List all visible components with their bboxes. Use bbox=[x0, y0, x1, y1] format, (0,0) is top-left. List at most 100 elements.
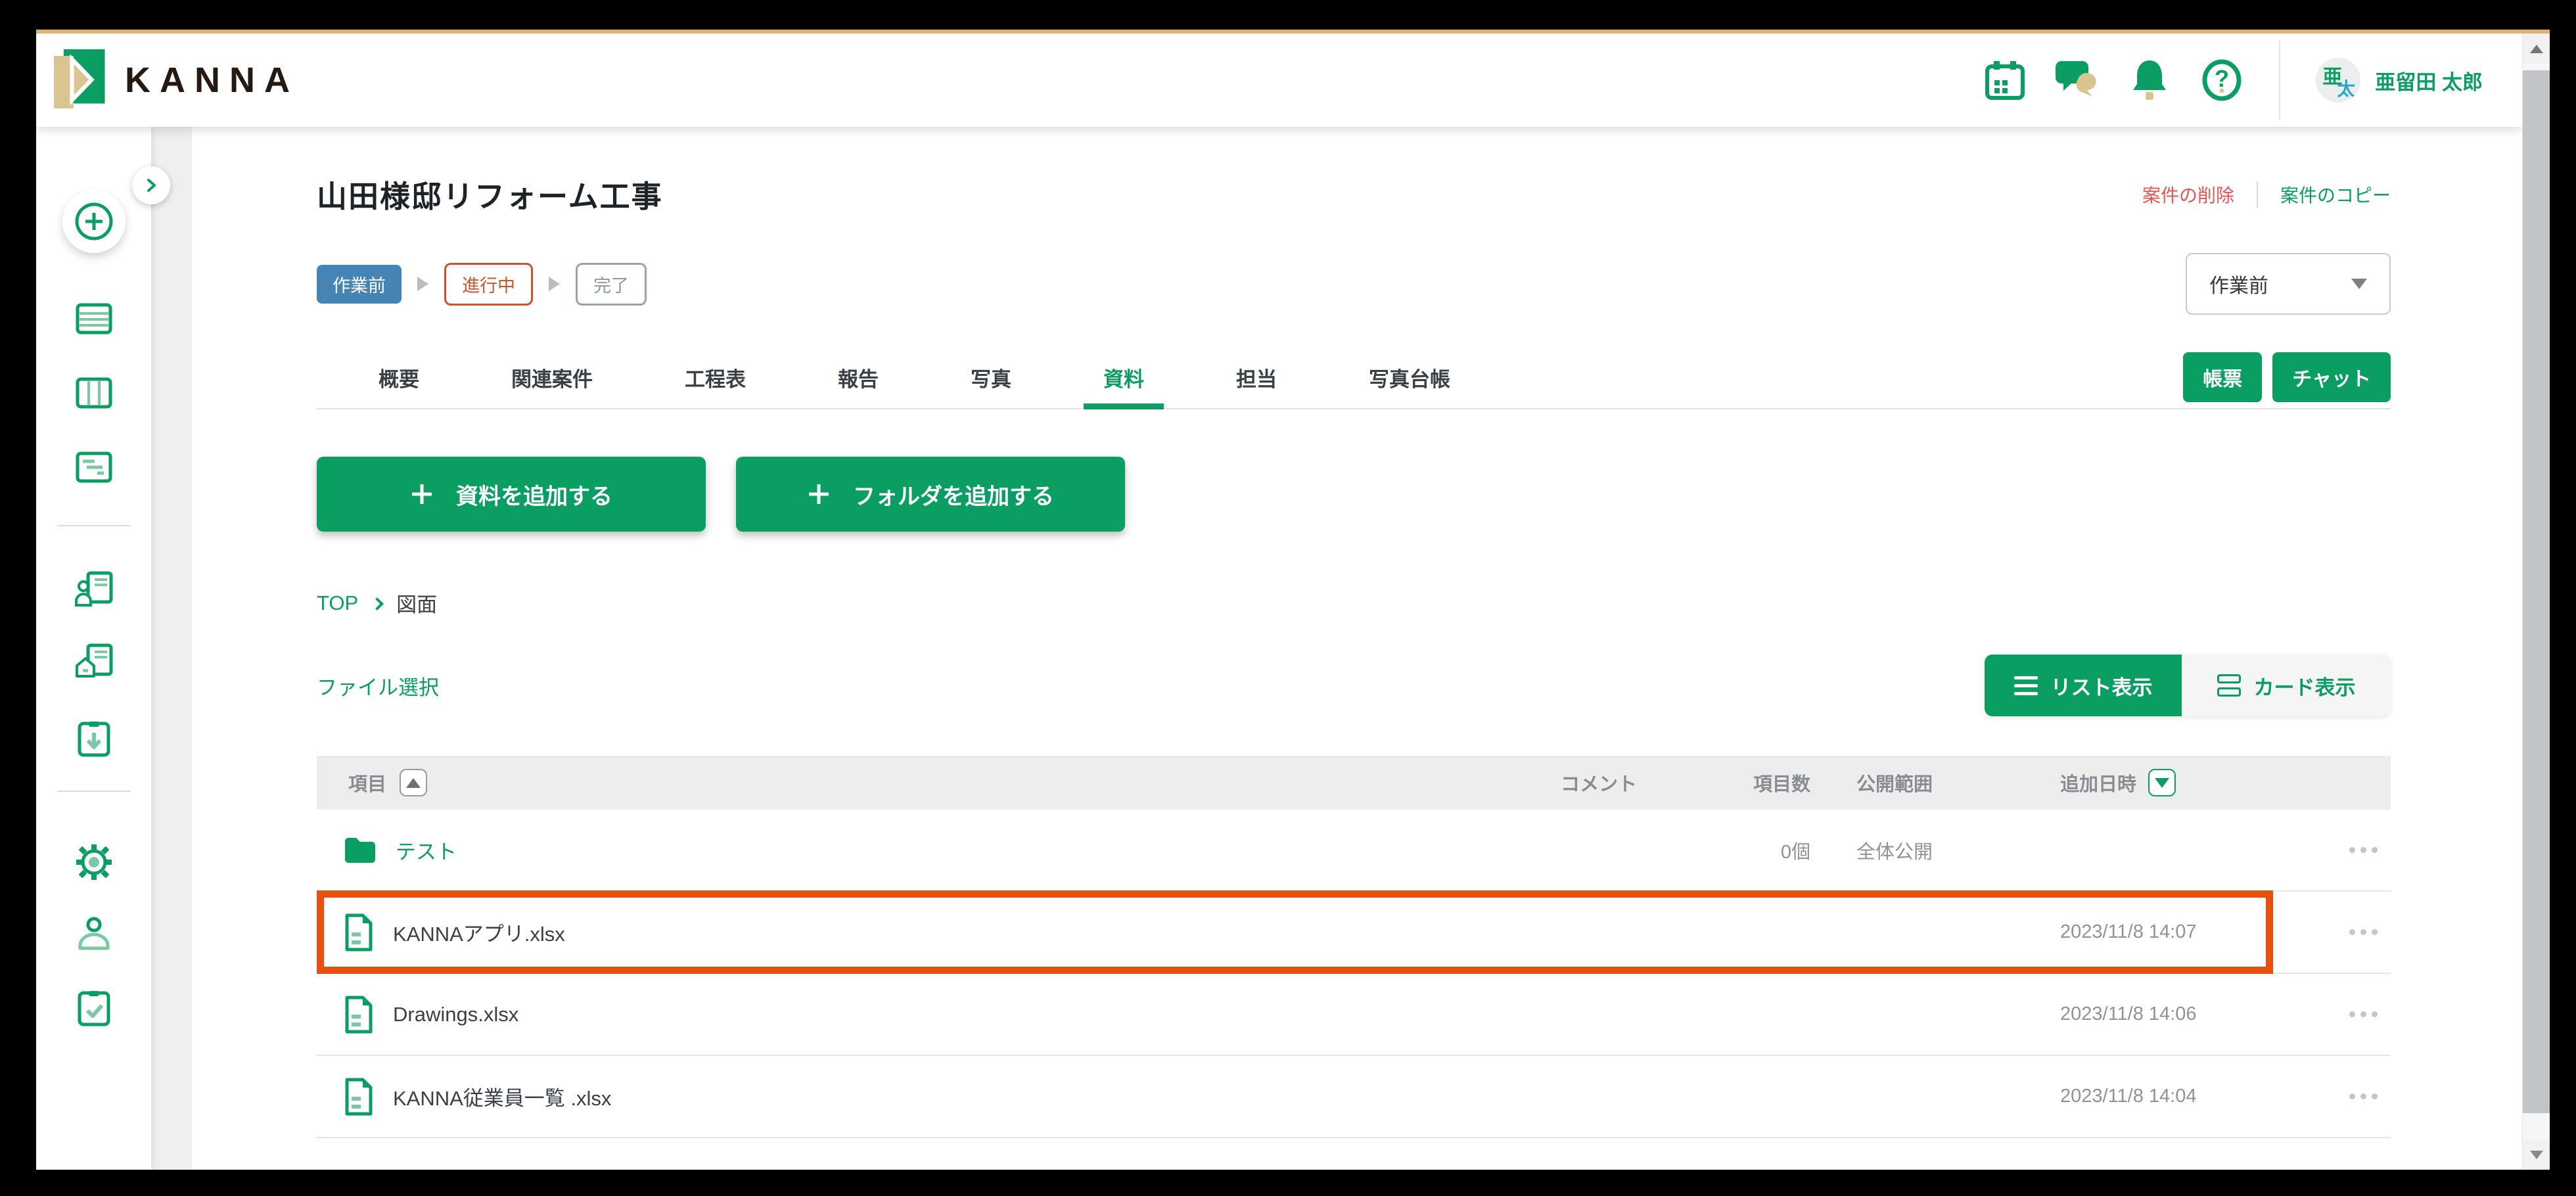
file-icon bbox=[343, 1077, 375, 1116]
row-menu-icon[interactable] bbox=[2343, 1087, 2384, 1106]
avatar: 亜 太 bbox=[2316, 58, 2360, 103]
sidebar-gap bbox=[151, 127, 192, 1170]
tab-reports[interactable]: 報告 bbox=[834, 346, 883, 408]
top-bar: KANNA bbox=[36, 34, 2522, 127]
sidebar-expand-button[interactable] bbox=[132, 166, 170, 204]
kanna-logo[interactable]: KANNA bbox=[54, 49, 299, 112]
logo-text: KANNA bbox=[125, 60, 299, 101]
table-row[interactable]: テスト 0個 全体公開 bbox=[317, 810, 2391, 892]
chat-button[interactable]: チャット bbox=[2272, 352, 2391, 402]
board-columns-icon[interactable] bbox=[75, 373, 113, 411]
row-menu-icon[interactable] bbox=[2343, 1005, 2384, 1024]
tab-assignees[interactable]: 担当 bbox=[1232, 346, 1281, 408]
table-row-highlighted[interactable]: KANNAアプリ.xlsx 2023/11/8 14:07 bbox=[317, 892, 2391, 974]
clipboard-download-icon[interactable] bbox=[75, 720, 113, 758]
status-flow: 作業前 進行中 完了 作業前 bbox=[317, 253, 2391, 315]
chat-icon[interactable] bbox=[2056, 58, 2099, 102]
card-view-button[interactable]: カード表示 bbox=[2182, 655, 2391, 716]
added-at: 2023/11/8 14:07 bbox=[2060, 921, 2197, 943]
added-at: 2023/11/8 14:06 bbox=[2060, 1003, 2197, 1025]
profile-person-icon[interactable] bbox=[75, 915, 113, 954]
project-house-icon[interactable] bbox=[75, 643, 113, 681]
column-count: 項目数 bbox=[1672, 769, 1810, 796]
chevron-down-icon bbox=[2351, 279, 2367, 289]
scroll-up-arrow[interactable] bbox=[2523, 34, 2550, 64]
app-window: KANNA bbox=[36, 30, 2550, 1170]
file-select-link[interactable]: ファイル選択 bbox=[317, 671, 439, 701]
folder-icon bbox=[343, 836, 377, 865]
list-rows-icon[interactable] bbox=[75, 299, 113, 337]
scrollbar-thumb[interactable] bbox=[2523, 70, 2550, 1113]
column-added-at: 追加日時 bbox=[2060, 769, 2136, 796]
breadcrumb-current: 図面 bbox=[396, 588, 437, 618]
status-dropdown-value: 作業前 bbox=[2209, 269, 2268, 298]
status-badge-in-progress[interactable]: 進行中 bbox=[444, 263, 533, 306]
svg-text:?: ? bbox=[2215, 65, 2229, 92]
added-at: 2023/11/8 14:04 bbox=[2060, 1086, 2197, 1107]
page-title: 山田様邸リフォーム工事 bbox=[317, 173, 663, 216]
sort-descending-button[interactable] bbox=[2148, 769, 2176, 796]
user-menu[interactable]: 亜 太 亜留田 太郎 bbox=[2316, 58, 2483, 103]
table-header-row: 項目 コメント 項目数 公開範囲 追加日時 bbox=[317, 756, 2391, 810]
sidebar bbox=[36, 127, 151, 1170]
sidebar-divider bbox=[57, 791, 131, 792]
card-view-icon bbox=[2217, 674, 2241, 697]
kanna-logo-icon bbox=[54, 49, 106, 112]
add-folder-button[interactable]: フォルダを追加する bbox=[736, 457, 1125, 532]
user-name: 亜留田 太郎 bbox=[2375, 66, 2483, 95]
tab-related-projects[interactable]: 関連案件 bbox=[507, 346, 597, 408]
triangle-down-icon bbox=[2530, 1151, 2543, 1159]
settings-gear-icon[interactable] bbox=[75, 843, 113, 881]
flow-arrow-icon bbox=[417, 277, 428, 291]
list-view-icon bbox=[2014, 676, 2038, 695]
status-dropdown[interactable]: 作業前 bbox=[2186, 253, 2391, 315]
sort-down-icon bbox=[2155, 778, 2169, 788]
status-badge-before-work[interactable]: 作業前 bbox=[317, 265, 402, 304]
scrollbar[interactable] bbox=[2522, 34, 2550, 1170]
tab-photo-ledger[interactable]: 写真台帳 bbox=[1365, 346, 1454, 408]
table-row[interactable]: KANNA従業員一覧 .xlsx 2023/11/8 14:04 bbox=[317, 1056, 2391, 1138]
documents-table: 項目 コメント 項目数 公開範囲 追加日時 bbox=[317, 756, 2391, 1138]
tab-documents[interactable]: 資料 bbox=[1099, 346, 1148, 408]
plus-icon bbox=[807, 482, 831, 506]
visibility-scope: 全体公開 bbox=[1810, 837, 2047, 864]
row-menu-icon[interactable] bbox=[2343, 840, 2384, 860]
report-button[interactable]: 帳票 bbox=[2183, 352, 2262, 402]
column-item: 項目 bbox=[348, 769, 386, 796]
sort-up-icon bbox=[406, 778, 421, 788]
triangle-up-icon bbox=[2530, 45, 2543, 53]
file-name-link[interactable]: KANNAアプリ.xlsx bbox=[393, 917, 565, 947]
tab-photos[interactable]: 写真 bbox=[967, 346, 1015, 408]
project-content: 山田様邸リフォーム工事 案件の削除 案件のコピー 作業前 進行中 完了 作業前 bbox=[192, 127, 2522, 1170]
add-document-button[interactable]: 資料を追加する bbox=[317, 457, 706, 532]
note-card-icon[interactable] bbox=[75, 448, 113, 486]
file-icon bbox=[343, 913, 375, 952]
status-badge-done[interactable]: 完了 bbox=[576, 263, 647, 306]
table-row[interactable]: Drawings.xlsx 2023/11/8 14:06 bbox=[317, 974, 2391, 1056]
link-separator bbox=[2257, 181, 2258, 208]
breadcrumb: TOP 図面 bbox=[317, 588, 2391, 618]
delete-project-link[interactable]: 案件の削除 bbox=[2142, 181, 2234, 208]
plus-icon bbox=[410, 482, 434, 506]
customer-document-icon[interactable] bbox=[75, 571, 113, 609]
breadcrumb-top-link[interactable]: TOP bbox=[317, 591, 358, 615]
sort-ascending-button[interactable] bbox=[400, 769, 427, 796]
file-name-link[interactable]: Drawings.xlsx bbox=[393, 1003, 518, 1026]
column-visibility: 公開範囲 bbox=[1810, 769, 2047, 796]
clipboard-check-icon[interactable] bbox=[75, 989, 113, 1027]
flow-arrow-icon bbox=[549, 277, 560, 291]
help-icon[interactable]: ? bbox=[2200, 58, 2243, 102]
calendar-icon[interactable] bbox=[1983, 58, 2027, 102]
file-name-link[interactable]: KANNA従業員一覧 .xlsx bbox=[393, 1082, 611, 1111]
scroll-down-arrow[interactable] bbox=[2523, 1139, 2550, 1170]
item-count: 0個 bbox=[1672, 837, 1810, 864]
tab-overview[interactable]: 概要 bbox=[375, 346, 423, 408]
list-view-button[interactable]: リスト表示 bbox=[1985, 655, 2182, 716]
notification-bell-icon[interactable] bbox=[2128, 58, 2171, 102]
create-new-button[interactable] bbox=[62, 190, 126, 253]
tab-schedule[interactable]: 工程表 bbox=[681, 346, 750, 408]
folder-name-link[interactable]: テスト bbox=[396, 835, 457, 865]
copy-project-link[interactable]: 案件のコピー bbox=[2280, 181, 2391, 208]
row-menu-icon[interactable] bbox=[2343, 923, 2384, 942]
topbar-actions: ? 亜 太 亜留田 太郎 bbox=[1983, 41, 2483, 120]
